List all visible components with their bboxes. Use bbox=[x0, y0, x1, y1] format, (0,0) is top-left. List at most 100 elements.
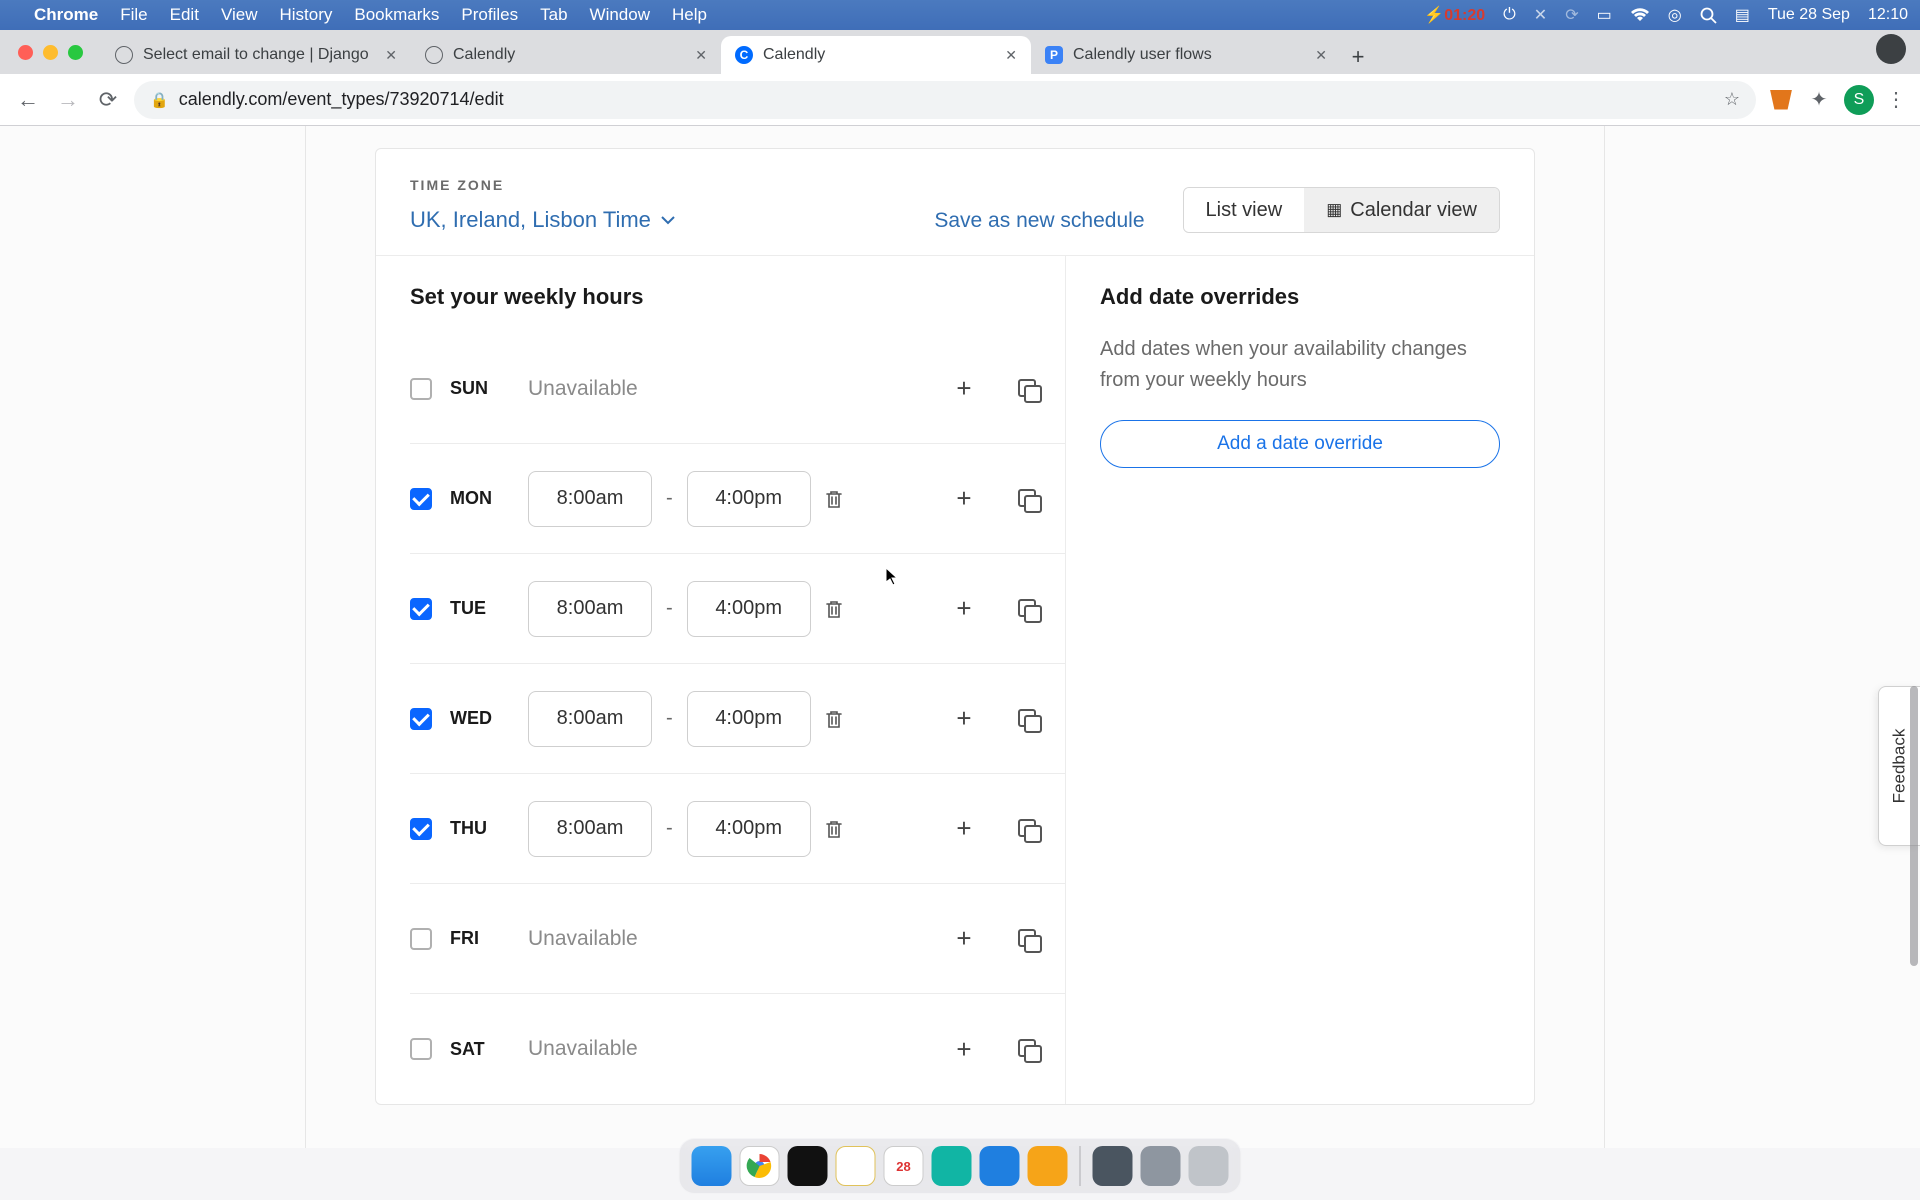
battery-status-icon[interactable]: ▭ bbox=[1597, 5, 1612, 25]
copy-to-days-button[interactable] bbox=[1011, 812, 1045, 846]
metamask-extension-icon[interactable] bbox=[1768, 87, 1794, 113]
window-controls bbox=[18, 45, 83, 60]
dock-app-orange[interactable] bbox=[1028, 1146, 1068, 1186]
dock-app-gray2[interactable] bbox=[1141, 1146, 1181, 1186]
day-checkbox-thu[interactable] bbox=[410, 818, 432, 840]
siri-icon[interactable]: ▤ bbox=[1735, 5, 1750, 25]
add-interval-button[interactable]: + bbox=[947, 482, 981, 516]
end-time-input[interactable]: 4:00pm bbox=[687, 691, 811, 747]
battery-icon[interactable]: ⚡01:20 bbox=[1424, 5, 1485, 25]
menu-profiles[interactable]: Profiles bbox=[461, 5, 518, 25]
delete-interval-button[interactable] bbox=[825, 599, 857, 619]
menubar-time[interactable]: 12:10 bbox=[1868, 6, 1908, 24]
copy-to-days-button[interactable] bbox=[1011, 702, 1045, 736]
copy-to-days-button[interactable] bbox=[1011, 482, 1045, 516]
back-button[interactable]: ← bbox=[14, 87, 42, 113]
add-date-override-button[interactable]: Add a date override bbox=[1100, 420, 1500, 468]
dock-app-gray[interactable] bbox=[1093, 1146, 1133, 1186]
new-tab-button[interactable]: + bbox=[1341, 40, 1375, 74]
copy-to-days-button[interactable] bbox=[1011, 372, 1045, 406]
save-as-new-schedule-link[interactable]: Save as new schedule bbox=[934, 209, 1144, 233]
address-bar[interactable]: 🔒 calendly.com/event_types/73920714/edit… bbox=[134, 81, 1756, 119]
copy-to-days-button[interactable] bbox=[1011, 1032, 1045, 1066]
close-tab-icon[interactable]: ✕ bbox=[385, 47, 397, 64]
list-view-button[interactable]: List view bbox=[1184, 188, 1305, 232]
close-tab-icon[interactable]: ✕ bbox=[1005, 47, 1017, 64]
tab-overflow-button[interactable] bbox=[1876, 34, 1906, 64]
close-tab-icon[interactable]: ✕ bbox=[695, 47, 707, 64]
dock-chrome[interactable] bbox=[740, 1146, 780, 1186]
menu-tab[interactable]: Tab bbox=[540, 5, 567, 25]
status-icon-3[interactable]: ⟳ bbox=[1565, 5, 1578, 25]
add-interval-button[interactable]: + bbox=[947, 702, 981, 736]
fullscreen-window-button[interactable] bbox=[68, 45, 83, 60]
calendar-view-label: Calendar view bbox=[1350, 199, 1477, 222]
dock-finder[interactable] bbox=[692, 1146, 732, 1186]
day-checkbox-wed[interactable] bbox=[410, 708, 432, 730]
day-checkbox-fri[interactable] bbox=[410, 928, 432, 950]
day-name: TUE bbox=[450, 598, 528, 619]
scrollbar-thumb[interactable] bbox=[1910, 686, 1918, 966]
minimize-window-button[interactable] bbox=[43, 45, 58, 60]
close-window-button[interactable] bbox=[18, 45, 33, 60]
tab-django[interactable]: Select email to change | Django ✕ bbox=[101, 36, 411, 74]
dock-app-teal[interactable] bbox=[932, 1146, 972, 1186]
tab-calendly-1[interactable]: Calendly ✕ bbox=[411, 36, 721, 74]
start-time-input[interactable]: 8:00am bbox=[528, 691, 652, 747]
menu-view[interactable]: View bbox=[221, 5, 258, 25]
add-interval-button[interactable]: + bbox=[947, 372, 981, 406]
chrome-menu-icon[interactable]: ⋮ bbox=[1886, 87, 1906, 112]
delete-interval-button[interactable] bbox=[825, 819, 857, 839]
delete-interval-button[interactable] bbox=[825, 489, 857, 509]
calendar-view-button[interactable]: ▦ Calendar view bbox=[1304, 188, 1499, 232]
tab-calendly-active[interactable]: C Calendly ✕ bbox=[721, 36, 1031, 74]
end-time-input[interactable]: 4:00pm bbox=[687, 581, 811, 637]
day-checkbox-mon[interactable] bbox=[410, 488, 432, 510]
profile-avatar[interactable]: S bbox=[1844, 85, 1874, 115]
reload-button[interactable]: ⟳ bbox=[94, 87, 122, 113]
card-header: TIME ZONE UK, Ireland, Lisbon Time Save … bbox=[376, 149, 1534, 256]
menu-file[interactable]: File bbox=[120, 5, 147, 25]
add-interval-button[interactable]: + bbox=[947, 1032, 981, 1066]
add-interval-button[interactable]: + bbox=[947, 812, 981, 846]
day-checkbox-sat[interactable] bbox=[410, 1038, 432, 1060]
close-tab-icon[interactable]: ✕ bbox=[1315, 47, 1327, 64]
copy-to-days-button[interactable] bbox=[1011, 592, 1045, 626]
add-interval-button[interactable]: + bbox=[947, 592, 981, 626]
menu-window[interactable]: Window bbox=[590, 5, 650, 25]
end-time-input[interactable]: 4:00pm bbox=[687, 471, 811, 527]
menu-bookmarks[interactable]: Bookmarks bbox=[354, 5, 439, 25]
menu-history[interactable]: History bbox=[279, 5, 332, 25]
menubar-date[interactable]: Tue 28 Sep bbox=[1768, 6, 1850, 24]
control-center-icon[interactable]: ◎ bbox=[1668, 5, 1682, 25]
wifi-icon[interactable] bbox=[1630, 8, 1650, 22]
forward-button[interactable]: → bbox=[54, 87, 82, 113]
status-icon-2[interactable]: ✕ bbox=[1534, 5, 1547, 25]
timezone-select[interactable]: UK, Ireland, Lisbon Time bbox=[410, 207, 675, 233]
copy-to-days-button[interactable] bbox=[1011, 922, 1045, 956]
end-time-input[interactable]: 4:00pm bbox=[687, 801, 811, 857]
menubar-app-name[interactable]: Chrome bbox=[34, 5, 98, 25]
delete-interval-button[interactable] bbox=[825, 709, 857, 729]
extensions-icon[interactable]: ✦ bbox=[1806, 87, 1832, 113]
status-icon-1[interactable]: ⏻ bbox=[1503, 6, 1516, 24]
dock-calendar[interactable]: 28 bbox=[884, 1146, 924, 1186]
bookmark-star-icon[interactable]: ☆ bbox=[1724, 89, 1740, 110]
start-time-input[interactable]: 8:00am bbox=[528, 801, 652, 857]
day-checkbox-tue[interactable] bbox=[410, 598, 432, 620]
menu-help[interactable]: Help bbox=[672, 5, 707, 25]
add-interval-button[interactable]: + bbox=[947, 922, 981, 956]
list-view-label: List view bbox=[1206, 199, 1283, 222]
tab-userflows[interactable]: P Calendly user flows ✕ bbox=[1031, 36, 1341, 74]
start-time-input[interactable]: 8:00am bbox=[528, 581, 652, 637]
day-row-fri: FRIUnavailable+ bbox=[410, 884, 1065, 994]
dock-terminal[interactable] bbox=[788, 1146, 828, 1186]
dock-trash[interactable] bbox=[1189, 1146, 1229, 1186]
spotlight-icon[interactable] bbox=[1700, 7, 1717, 24]
start-time-input[interactable]: 8:00am bbox=[528, 471, 652, 527]
dock-notes[interactable] bbox=[836, 1146, 876, 1186]
menu-edit[interactable]: Edit bbox=[170, 5, 199, 25]
overrides-title: Add date overrides bbox=[1100, 284, 1500, 310]
day-checkbox-sun[interactable] bbox=[410, 378, 432, 400]
dock-app-blue[interactable] bbox=[980, 1146, 1020, 1186]
